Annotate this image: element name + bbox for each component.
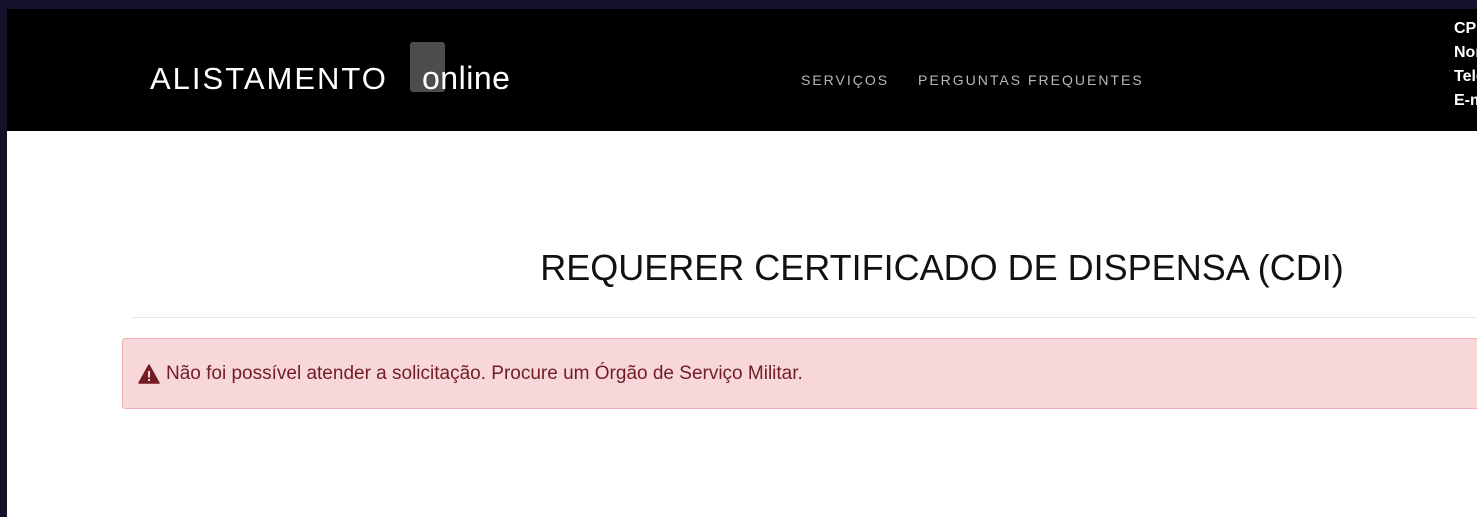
warning-icon <box>138 364 160 384</box>
nav-link-servicos[interactable]: SERVIÇOS <box>801 72 889 88</box>
window-frame: ALISTAMENTO online SERVIÇOS PERGUNTAS FR… <box>0 0 1477 517</box>
page-title: REQUERER CERTIFICADO DE DISPENSA (CDI) <box>540 247 1344 288</box>
user-info-telefone: Telefone <box>1454 68 1477 85</box>
user-info-nome: Nome <box>1454 44 1477 61</box>
brand-title[interactable]: ALISTAMENTO <box>150 61 388 97</box>
navbar: ALISTAMENTO online SERVIÇOS PERGUNTAS FR… <box>7 9 1477 131</box>
alert-message: Não foi possível atender a solicitação. … <box>166 363 803 384</box>
title-divider <box>132 317 1477 318</box>
user-info-panel: CPF Nome Telefone E-mail <box>1454 17 1477 113</box>
brand-suffix[interactable]: online <box>422 60 510 97</box>
page-viewport: ALISTAMENTO online SERVIÇOS PERGUNTAS FR… <box>7 9 1477 517</box>
user-info-cpf: CPF <box>1454 20 1477 37</box>
user-info-email: E-mail <box>1454 92 1477 109</box>
error-alert: Não foi possível atender a solicitação. … <box>122 338 1477 409</box>
nav-link-perguntas-frequentes[interactable]: PERGUNTAS FREQUENTES <box>918 72 1144 88</box>
